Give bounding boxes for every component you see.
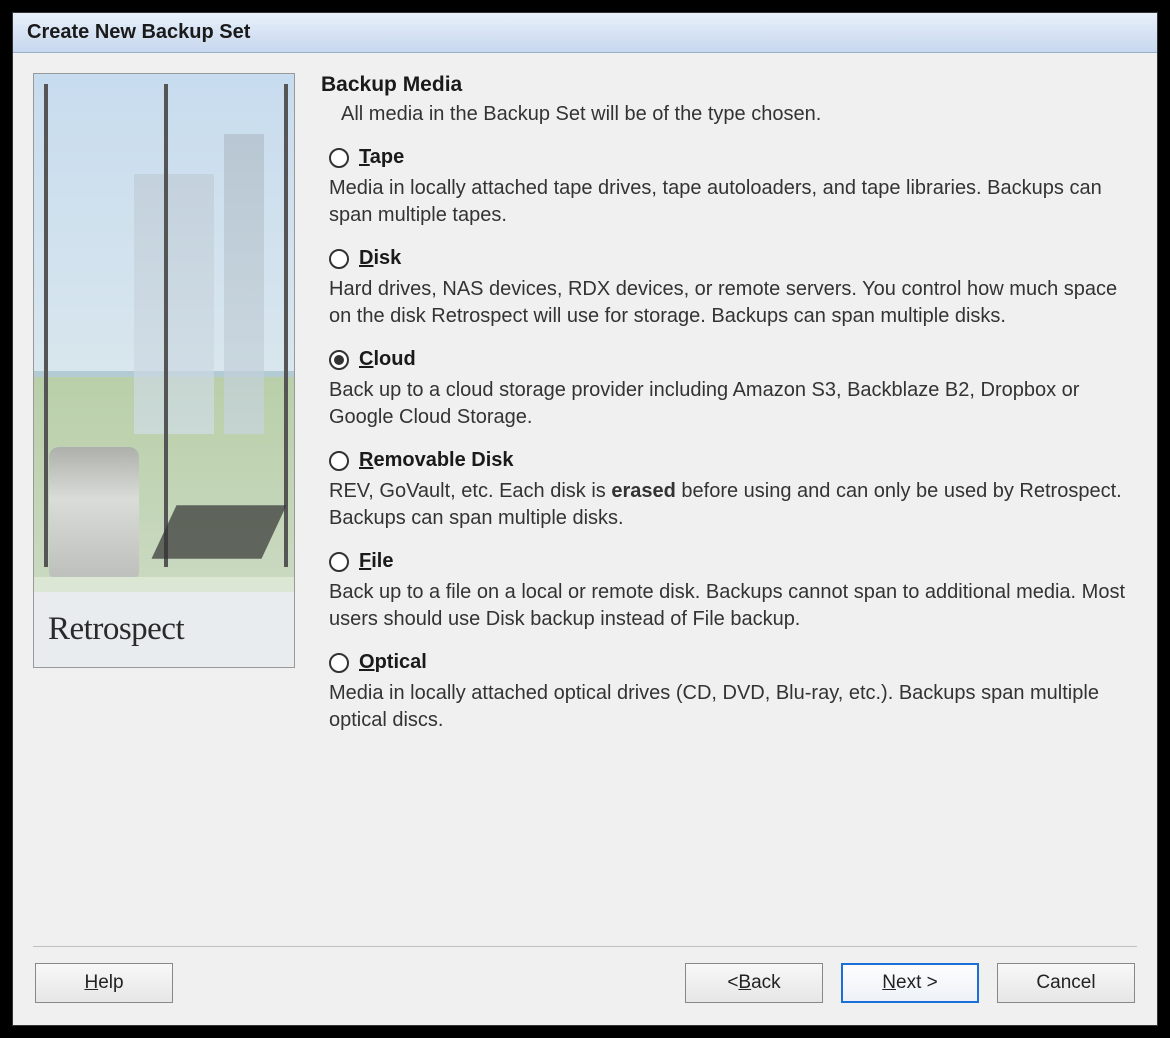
radio-disk-label: Disk (359, 247, 401, 270)
option-cloud: Cloud Back up to a cloud storage provide… (321, 348, 1131, 431)
option-file: File Back up to a file on a local or rem… (321, 550, 1131, 633)
button-bar: Help < Back Next > Cancel (13, 947, 1157, 1025)
radio-file-label: File (359, 550, 393, 573)
radio-optical[interactable] (329, 653, 349, 673)
option-optical: Optical Media in locally attached optica… (321, 651, 1131, 734)
radio-tape-label: Tape (359, 146, 404, 169)
option-tape-desc: Media in locally attached tape drives, t… (329, 175, 1131, 229)
radio-optical-row[interactable]: Optical (329, 651, 1131, 674)
radio-cloud-label: Cloud (359, 348, 416, 371)
radio-disk[interactable] (329, 249, 349, 269)
section-title: Backup Media (321, 73, 1131, 97)
radio-cloud[interactable] (329, 350, 349, 370)
titlebar: Create New Backup Set (13, 13, 1157, 53)
wizard-sidebar-image: Retrospect (33, 73, 295, 668)
option-removable-desc: REV, GoVault, etc. Each disk is erased b… (329, 478, 1131, 532)
option-removable: Removable Disk REV, GoVault, etc. Each d… (321, 449, 1131, 532)
option-disk-desc: Hard drives, NAS devices, RDX devices, o… (329, 276, 1131, 330)
radio-disk-row[interactable]: Disk (329, 247, 1131, 270)
brand-logo-text: Retrospect (48, 611, 184, 648)
radio-tape[interactable] (329, 148, 349, 168)
back-button[interactable]: < Back (685, 963, 823, 1003)
radio-file-row[interactable]: File (329, 550, 1131, 573)
radio-file[interactable] (329, 552, 349, 572)
section-subtitle: All media in the Backup Set will be of t… (341, 103, 1131, 126)
radio-removable-row[interactable]: Removable Disk (329, 449, 1131, 472)
option-file-desc: Back up to a file on a local or remote d… (329, 579, 1131, 633)
radio-optical-label: Optical (359, 651, 427, 674)
cancel-button[interactable]: Cancel (997, 963, 1135, 1003)
option-disk: Disk Hard drives, NAS devices, RDX devic… (321, 247, 1131, 330)
radio-removable-label: Removable Disk (359, 449, 514, 472)
main-pane: Backup Media All media in the Backup Set… (321, 73, 1137, 946)
wizard-window: Create New Backup Set Retrospect Backup … (12, 12, 1158, 1026)
option-cloud-desc: Back up to a cloud storage provider incl… (329, 377, 1131, 431)
radio-removable[interactable] (329, 451, 349, 471)
option-tape: Tape Media in locally attached tape driv… (321, 146, 1131, 229)
help-button[interactable]: Help (35, 963, 173, 1003)
radio-cloud-row[interactable]: Cloud (329, 348, 1131, 371)
next-button[interactable]: Next > (841, 963, 979, 1003)
option-optical-desc: Media in locally attached optical drives… (329, 680, 1131, 734)
radio-tape-row[interactable]: Tape (329, 146, 1131, 169)
content-area: Retrospect Backup Media All media in the… (13, 53, 1157, 946)
window-title: Create New Backup Set (27, 21, 1143, 44)
